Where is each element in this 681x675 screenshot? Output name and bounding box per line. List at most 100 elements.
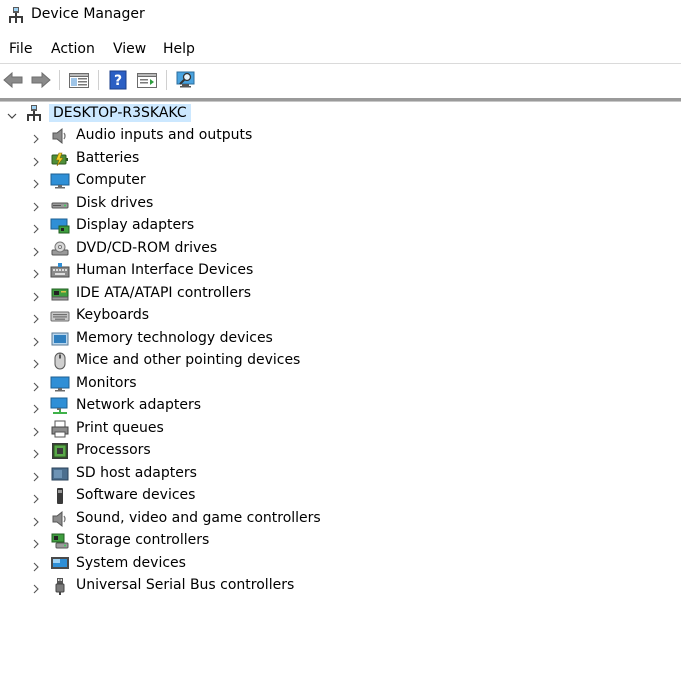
menu-view[interactable]: View <box>112 41 147 57</box>
chevron-right-icon[interactable] <box>31 130 41 144</box>
tree-node[interactable]: Storage controllers <box>0 530 681 552</box>
tree-node-label[interactable]: Memory technology devices <box>76 330 273 346</box>
tree-node-label[interactable]: DVD/CD-ROM drives <box>76 240 217 256</box>
scan-hardware-icon[interactable] <box>173 67 199 93</box>
keyboard-icon <box>50 307 70 325</box>
hid-icon <box>50 262 70 280</box>
tree-node[interactable]: SD host adapters <box>0 463 681 485</box>
processor-icon <box>50 442 70 460</box>
tree-node[interactable]: Mice and other pointing devices <box>0 350 681 372</box>
toolbar-separator <box>59 70 60 90</box>
tree-node-label[interactable]: Display adapters <box>76 217 194 233</box>
tree-node-label[interactable]: Audio inputs and outputs <box>76 127 252 143</box>
chevron-right-icon[interactable] <box>31 355 41 369</box>
tree-node-label[interactable]: Batteries <box>76 150 139 166</box>
chevron-right-icon[interactable] <box>31 580 41 594</box>
chevron-right-icon[interactable] <box>31 153 41 166</box>
toolbar: ? <box>0 63 681 97</box>
tree-node[interactable]: Network adapters <box>0 395 681 417</box>
tree-node[interactable]: Computer <box>0 170 681 192</box>
tree-node-label[interactable]: Mice and other pointing devices <box>76 352 300 368</box>
tree-node[interactable]: Keyboards <box>0 305 681 327</box>
chevron-right-icon[interactable] <box>31 198 41 211</box>
toolbar-border <box>0 98 681 102</box>
chevron-right-icon[interactable] <box>31 535 41 549</box>
tree-node-label[interactable]: Print queues <box>76 420 164 436</box>
speaker-icon <box>50 510 70 528</box>
tree-node[interactable]: System devices <box>0 553 681 575</box>
tree-node[interactable]: Sound, video and game controllers <box>0 508 681 530</box>
chevron-right-icon[interactable] <box>31 490 41 504</box>
tree-node-label[interactable]: Software devices <box>76 487 195 503</box>
chevron-right-icon[interactable] <box>31 423 41 436</box>
system-devices-icon <box>50 555 70 573</box>
usb-icon <box>50 577 70 595</box>
dvd-drive-icon <box>50 240 70 258</box>
chevron-right-icon[interactable] <box>31 288 41 301</box>
tree-node-label[interactable]: Monitors <box>76 375 137 391</box>
chevron-right-icon[interactable] <box>31 558 41 571</box>
forward-icon[interactable] <box>28 67 54 93</box>
chevron-right-icon[interactable] <box>31 468 41 481</box>
title-bar: Device Manager <box>0 0 681 32</box>
toolbar-separator <box>166 70 167 90</box>
tree-node-label[interactable]: Storage controllers <box>76 532 209 548</box>
tree-node[interactable]: Batteries <box>0 148 681 170</box>
software-device-icon <box>50 487 70 505</box>
tree-node-label[interactable]: SD host adapters <box>76 465 197 481</box>
tree-node[interactable]: Processors <box>0 440 681 462</box>
computer-network-icon <box>25 104 43 122</box>
tree-node[interactable]: IDE ATA/ATAPI controllers <box>0 283 681 305</box>
tree-node[interactable]: Human Interface Devices <box>0 260 681 282</box>
ide-controller-icon <box>50 285 70 303</box>
chevron-right-icon[interactable] <box>31 310 41 324</box>
memory-icon <box>50 330 70 348</box>
tree-root[interactable]: DESKTOP-R3SKAKC <box>0 103 681 125</box>
back-icon[interactable] <box>0 67 26 93</box>
tree-node[interactable]: Memory technology devices <box>0 328 681 350</box>
tree-node[interactable]: Print queues <box>0 418 681 440</box>
tree-node-label[interactable]: Universal Serial Bus controllers <box>76 577 294 593</box>
help-icon[interactable]: ? <box>105 67 131 93</box>
tree-node-label[interactable]: Sound, video and game controllers <box>76 510 321 526</box>
chevron-right-icon[interactable] <box>31 513 41 526</box>
tree-node[interactable]: Audio inputs and outputs <box>0 125 681 147</box>
chevron-down-icon[interactable] <box>6 107 18 119</box>
printer-icon <box>50 420 70 438</box>
chevron-right-icon[interactable] <box>31 175 41 189</box>
chevron-right-icon[interactable] <box>31 243 41 256</box>
tree-node-label[interactable]: Keyboards <box>76 307 149 323</box>
tree-node-label[interactable]: Human Interface Devices <box>76 262 253 278</box>
menu-action[interactable]: Action <box>50 41 96 57</box>
tree-node[interactable]: Disk drives <box>0 193 681 215</box>
network-adapter-icon <box>50 397 70 415</box>
disk-drive-icon <box>50 195 70 213</box>
tree-node-label[interactable]: Network adapters <box>76 397 201 413</box>
tree-node[interactable]: Monitors <box>0 373 681 395</box>
menu-help[interactable]: Help <box>162 41 196 57</box>
tree-node-label[interactable]: Processors <box>76 442 151 458</box>
tree-node-label[interactable]: System devices <box>76 555 186 571</box>
chevron-right-icon[interactable] <box>31 265 41 279</box>
sd-card-icon <box>50 465 70 483</box>
device-tree[interactable]: DESKTOP-R3SKAKC Audio inputs and outputs… <box>0 103 681 675</box>
menu-file[interactable]: File <box>8 41 33 57</box>
chevron-right-icon[interactable] <box>31 378 41 391</box>
chevron-right-icon[interactable] <box>31 400 41 414</box>
tree-node-label[interactable]: IDE ATA/ATAPI controllers <box>76 285 251 301</box>
chevron-right-icon[interactable] <box>31 333 41 346</box>
show-hide-console-tree-icon[interactable] <box>66 67 92 93</box>
storage-controller-icon <box>50 532 70 550</box>
tree-node-label[interactable]: Disk drives <box>76 195 153 211</box>
tree-node[interactable]: Universal Serial Bus controllers <box>0 575 681 597</box>
computer-name-label[interactable]: DESKTOP-R3SKAKC <box>49 104 191 122</box>
speaker-icon <box>50 127 70 145</box>
tree-node-label[interactable]: Computer <box>76 172 146 188</box>
tree-node[interactable]: Software devices <box>0 485 681 507</box>
tree-node[interactable]: DVD/CD-ROM drives <box>0 238 681 260</box>
tree-node[interactable]: Display adapters <box>0 215 681 237</box>
chevron-right-icon[interactable] <box>31 220 41 234</box>
chevron-right-icon[interactable] <box>31 445 41 459</box>
properties-icon[interactable] <box>134 67 160 93</box>
monitor-icon <box>50 172 70 190</box>
